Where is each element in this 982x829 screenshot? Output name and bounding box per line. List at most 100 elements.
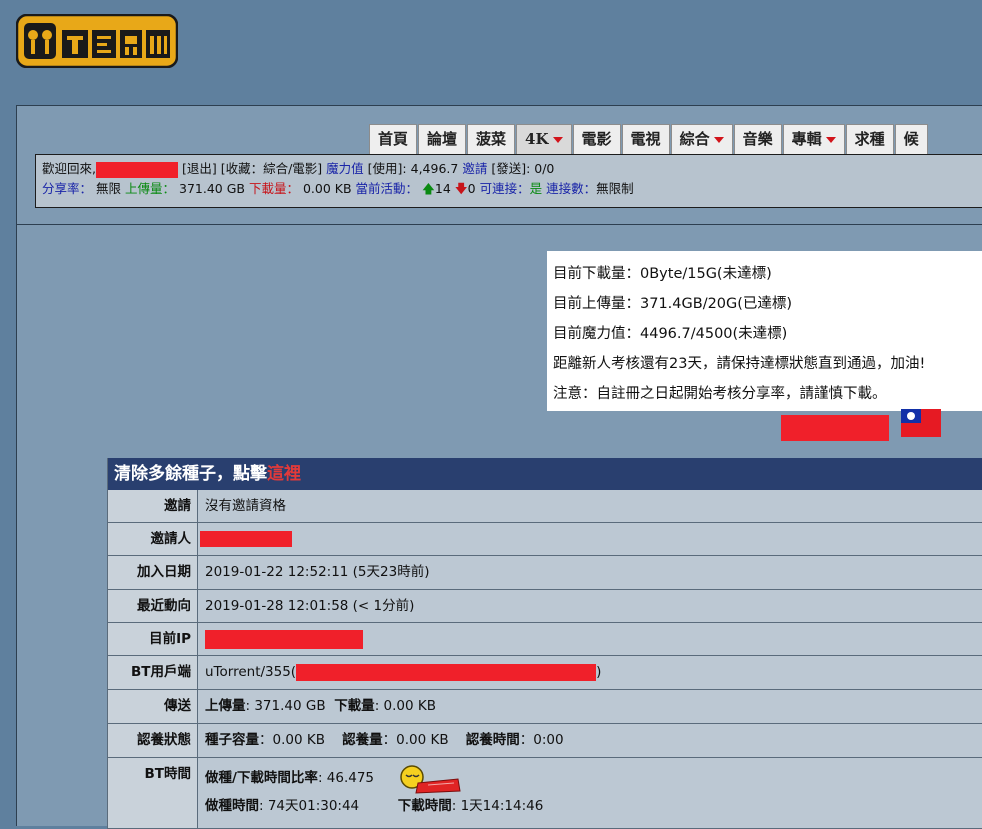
- ratio-line: 做種/下載時間比率: 46.475: [205, 768, 374, 788]
- adoption-value: 種子容量：0.00 KB 認養量：0.00 KB 認養時間：0:00: [198, 724, 982, 757]
- info-row-2: 分享率： 無限 上傳量： 371.40 GB 下載量： 0.00 KB 當前活動…: [42, 179, 982, 199]
- table-row: BT用戶端 uTorrent/355(): [108, 656, 982, 690]
- connectable-value: 是: [529, 181, 543, 196]
- tab-spinach[interactable]: 菠菜: [467, 124, 516, 154]
- down-label: 下載量: [334, 698, 375, 714]
- leeching-count[interactable]: 0: [468, 181, 476, 196]
- newbie-assessment-box: 目前下載量：0Byte/15G(未達標) 目前上傳量：371.4GB/20G(已…: [547, 251, 982, 411]
- dl-time-value: : 1天14:14:46: [451, 798, 544, 814]
- row-label: 目前IP: [108, 623, 198, 655]
- ratio-value: 無限: [96, 181, 122, 196]
- tab-label: 電影: [581, 130, 612, 148]
- clear-torrents-link[interactable]: 這裡: [267, 464, 301, 484]
- tab-variety[interactable]: 綜合: [670, 124, 733, 154]
- tab-label: 候: [903, 130, 919, 148]
- caret-down-icon: [713, 137, 724, 143]
- join-date-value: 2019-01-22 12:52:11 (5天23時前): [198, 556, 982, 589]
- username-redacted[interactable]: [95, 161, 178, 178]
- tab-music[interactable]: 音樂: [733, 124, 782, 154]
- main-panel: 首頁 論壇 菠菜 4K 電影 電視 綜合 音樂 專輯 求種 候 歡迎回來, [退…: [16, 105, 982, 829]
- seed-size-value: ：0.00 KB: [259, 732, 325, 748]
- main-nav: 首頁 論壇 菠菜 4K 電影 電視 綜合 音樂 專輯 求種 候: [369, 124, 929, 154]
- flag-sun: [907, 412, 915, 420]
- client-value: uTorrent/355(): [198, 656, 982, 689]
- up-label: 上傳量: [205, 698, 246, 714]
- tab-label: 電視: [630, 130, 661, 148]
- bt-time-value: 做種/下載時間比率: 46.475 做種時間: 74天01:30:44 下載時間…: [198, 758, 982, 828]
- bonus-link[interactable]: 魔力值: [326, 161, 364, 176]
- upload-value: 371.40 GB: [179, 181, 245, 196]
- tab-candidates[interactable]: 候: [894, 124, 928, 154]
- tab-label: 綜合: [679, 130, 710, 148]
- seed-time-value: : 74天01:30:44: [259, 798, 360, 814]
- tab-albums[interactable]: 專輯: [782, 124, 845, 154]
- row-label: 邀請: [108, 490, 198, 522]
- transfer-value: 上傳量: 371.40 GB 下載量: 0.00 KB: [198, 690, 982, 723]
- tip-line: 距離新人考核還有23天，請保持達標狀態直到通過，加油!: [553, 356, 926, 372]
- table-header: 清除多餘種子，點擊這裡: [108, 458, 982, 490]
- tip-line: 目前魔力值：4496.7/4500(未達標): [553, 326, 788, 342]
- mteam-logo[interactable]: [16, 14, 178, 68]
- tab-4k[interactable]: 4K: [516, 124, 572, 154]
- invite-link[interactable]: 邀請: [462, 161, 487, 176]
- logout-link[interactable]: [退出]: [182, 161, 217, 176]
- row-label: 認養狀態: [108, 724, 198, 757]
- adopt-label: 認養量: [342, 732, 383, 748]
- invite-send-link[interactable]: [發送]: 0/0: [491, 161, 554, 176]
- tab-label: 專輯: [791, 130, 822, 148]
- invite-value: 沒有邀請資格: [198, 490, 982, 522]
- tab-requests[interactable]: 求種: [845, 124, 894, 154]
- row-label: 加入日期: [108, 556, 198, 589]
- tab-label: 4K: [525, 130, 549, 148]
- download-label: 下載量：: [248, 181, 299, 196]
- up-value: : 371.40 GB: [245, 698, 326, 714]
- tab-label: 音樂: [742, 130, 773, 148]
- caret-down-icon: [552, 137, 563, 143]
- adopt-value: ：0.00 KB: [382, 732, 449, 748]
- table-row: 最近動向 2019-01-28 12:01:58 (< 1分前): [108, 590, 982, 623]
- favorites-link[interactable]: [收藏：綜合/電影]: [221, 161, 322, 176]
- tab-tv[interactable]: 電視: [621, 124, 670, 154]
- time-ratio-label: 做種/下載時間比率: [205, 770, 318, 786]
- inviter-redacted[interactable]: [200, 531, 292, 547]
- tip-line: 注意：自註冊之日起開始考核分享率，請謹慎下載。: [553, 386, 887, 402]
- tab-forum[interactable]: 論壇: [418, 124, 467, 154]
- row-label: 傳送: [108, 690, 198, 723]
- arrow-down-icon: 🡇: [454, 181, 468, 196]
- row-label: BT用戶端: [108, 656, 198, 689]
- active-label: 當前活動：: [355, 181, 419, 196]
- table-row: 目前IP: [108, 623, 982, 656]
- tab-home[interactable]: 首頁: [369, 124, 418, 154]
- bonus-use-link[interactable]: [使用]: 4,496.7: [368, 161, 459, 176]
- down-value: : 0.00 KB: [374, 698, 436, 714]
- time-line: 做種時間: 74天01:30:44 下載時間: 1天14:14:46: [205, 796, 543, 816]
- table-row: 邀請 沒有邀請資格: [108, 490, 982, 523]
- table-row: 加入日期 2019-01-22 12:52:11 (5天23時前): [108, 556, 982, 590]
- tip-line: 目前下載量：0Byte/15G(未達標): [553, 266, 772, 282]
- seeding-count[interactable]: 14: [435, 181, 451, 196]
- tip-line: 目前上傳量：371.4GB/20G(已達標): [553, 296, 793, 312]
- ratio-label: 分享率：: [42, 181, 93, 196]
- seed-time-label: 做種時間: [205, 798, 259, 814]
- welcome-text: 歡迎回來,: [42, 161, 96, 176]
- sleeping-smiley-icon: [400, 765, 461, 794]
- tab-label: 論壇: [427, 130, 458, 148]
- tab-label: 首頁: [378, 130, 409, 148]
- client-suffix: ): [596, 664, 602, 680]
- last-action-value: 2019-01-28 12:01:58 (< 1分前): [198, 590, 982, 622]
- row-label: 邀請人: [108, 523, 198, 555]
- connections-value: 無限制: [596, 181, 634, 196]
- table-row: 邀請人: [108, 523, 982, 556]
- upload-label: 上傳量：: [125, 181, 176, 196]
- header-text: 清除多餘種子，點擊: [114, 464, 267, 484]
- ip-value: [198, 623, 982, 655]
- tab-label: 菠菜: [476, 130, 507, 148]
- tab-movies[interactable]: 電影: [572, 124, 621, 154]
- seed-size-label: 種子容量: [205, 732, 259, 748]
- caret-down-icon: [825, 137, 836, 143]
- row-label: BT時間: [108, 758, 198, 828]
- client-peer-redacted: [296, 663, 597, 681]
- tab-label: 求種: [854, 130, 885, 148]
- download-value: 0.00 KB: [302, 181, 352, 196]
- connectable-label: 可連接：: [479, 181, 530, 196]
